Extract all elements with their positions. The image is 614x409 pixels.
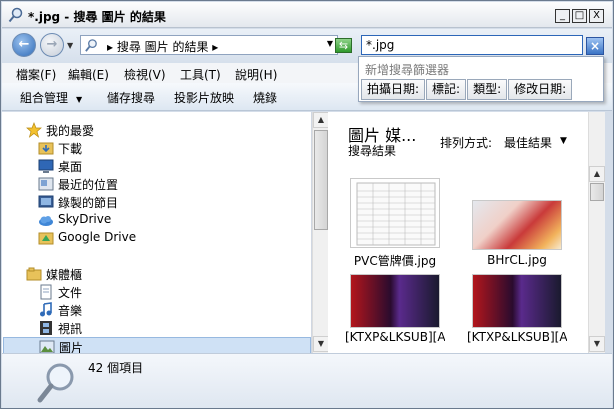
navigation-pane: 我的最愛 下載 桌面 最近的位置 錄製的節目 SkyDrive Google D… [2, 112, 312, 355]
sort-by-dropdown[interactable]: 最佳結果 [504, 134, 552, 151]
slideshow-button[interactable]: 投影片放映 [174, 89, 234, 106]
title-bar: *.jpg - 搜尋 圖片 的結果 _ □ X [2, 2, 612, 28]
file-name: PVC管牌價.jpg [353, 254, 437, 268]
add-filter-hint: 新增搜尋篩選器 [365, 63, 450, 77]
sort-label: 排列方式: [440, 136, 493, 150]
recent-pages-dropdown[interactable]: ▼ [67, 41, 73, 50]
filter-type-button[interactable]: 類型: [467, 79, 508, 100]
filter-date-modified-button[interactable]: 修改日期: [508, 79, 573, 100]
nav-libraries-label: 媒體櫃 [46, 268, 83, 282]
magnifier-icon [37, 363, 74, 403]
scroll-up-button[interactable]: ▲ [589, 166, 605, 182]
star-icon [26, 122, 42, 138]
thumbnail-spreadsheet [350, 178, 440, 248]
nav-item-label: 最近的位置 [58, 178, 119, 192]
nav-item-label: SkyDrive [58, 212, 112, 226]
navigation-pane-scrollbar[interactable]: ▲ ▼ [312, 112, 329, 353]
thumbnail-video-frame [350, 274, 440, 328]
address-bar[interactable]: ▸ 搜尋 圖片 的結果 ▸ ▼ [80, 35, 338, 55]
refresh-button[interactable]: ⇆ [335, 38, 352, 53]
nav-item-label: 錄製的節目 [58, 196, 119, 210]
file-name: [KTXP&LKSUB][Accel World][00] [467, 330, 567, 344]
chevron-down-icon[interactable]: ▼ [560, 136, 567, 146]
item-count: 42 個項目 [88, 361, 144, 375]
refresh-go-icon: ⇆ [338, 39, 349, 52]
filter-date-taken-button[interactable]: 拍攝日期: [361, 79, 426, 100]
document-icon [40, 284, 52, 300]
menu-file[interactable]: 檔案(F) [16, 66, 56, 83]
file-list-pane: 圖片 媒... 搜尋結果 排列方式: 最佳結果 ▼ PVC管牌價.jpg BHr… [328, 112, 588, 353]
window-title: *.jpg - 搜尋 圖片 的結果 [28, 10, 166, 24]
nav-item-label: 視訊 [58, 322, 83, 336]
file-name: [KTXP&LKSUB][Accel World][00] [345, 330, 445, 344]
recorded-tv-icon [38, 195, 54, 208]
nav-item-label: 音樂 [58, 304, 83, 318]
file-list-scrollbar[interactable]: ▲ ▼ [588, 112, 605, 353]
film-strip-icon [40, 321, 52, 335]
search-icon [8, 7, 23, 23]
address-dropdown-icon[interactable]: ▼ [327, 39, 333, 48]
scroll-down-button[interactable]: ▼ [589, 336, 605, 352]
downloads-folder-icon [38, 142, 54, 155]
breadcrumb-dropdown-icon: ▸ [208, 40, 219, 54]
close-icon: × [589, 39, 601, 53]
search-input-value: *.jpg [366, 38, 395, 52]
explorer-window: *.jpg - 搜尋 圖片 的結果 _ □ X ← → ▼ ▸ 搜尋 圖片 的結… [0, 0, 614, 409]
burn-button[interactable]: 燒錄 [253, 89, 277, 106]
music-note-icon [40, 302, 52, 317]
nav-item-label: Google Drive [58, 230, 137, 244]
clear-search-button[interactable]: × [586, 37, 604, 55]
menu-edit[interactable]: 編輯(E) [68, 66, 109, 83]
arrow-right-icon: → [46, 37, 58, 52]
minimize-button[interactable]: _ [555, 9, 570, 23]
forward-button[interactable]: → [40, 33, 64, 57]
libraries-icon [26, 267, 42, 281]
search-folder-icon [85, 39, 97, 52]
menu-tools[interactable]: 工具(T) [180, 66, 221, 83]
scroll-down-button[interactable]: ▼ [313, 336, 329, 352]
scroll-up-button[interactable]: ▲ [313, 112, 329, 128]
status-bar: 42 個項目 [2, 353, 612, 408]
search-filter-dropdown: 新增搜尋篩選器 拍攝日期: 標記: 類型: 修改日期: [358, 56, 604, 102]
library-subtitle: 搜尋結果 [348, 144, 397, 158]
file-name: BHrCL.jpg [487, 253, 547, 267]
breadcrumb[interactable]: ▸ 搜尋 圖片 的結果 ▸ [107, 38, 218, 55]
organize-label: 組合管理 [20, 91, 69, 105]
filter-button-group: 拍攝日期: 標記: 類型: 修改日期: [361, 79, 573, 100]
close-button[interactable]: X [589, 9, 604, 23]
save-search-button[interactable]: 儲存搜尋 [107, 89, 155, 106]
arrow-left-icon: ← [18, 37, 30, 52]
scrollbar-thumb[interactable] [314, 130, 328, 230]
menu-view[interactable]: 檢視(V) [124, 66, 166, 83]
search-input[interactable]: *.jpg [361, 35, 583, 55]
filter-tags-button[interactable]: 標記: [426, 79, 467, 100]
desktop-icon [38, 159, 54, 173]
chevron-down-icon: ▼ [76, 95, 83, 104]
nav-favorites-label: 我的最愛 [46, 124, 95, 138]
maximize-button[interactable]: □ [572, 9, 587, 23]
skydrive-cloud-icon [39, 216, 53, 226]
breadcrumb-item: 搜尋 圖片 的結果 [116, 40, 209, 54]
nav-item-label: 桌面 [58, 160, 83, 174]
scrollbar-thumb[interactable] [590, 183, 604, 201]
back-button[interactable]: ← [12, 33, 36, 57]
thumbnail-anime-art [472, 200, 562, 250]
google-drive-icon [38, 232, 54, 245]
organize-button[interactable]: 組合管理 ▼ [20, 89, 82, 106]
breadcrumb-separator-icon: ▸ [107, 40, 117, 54]
recent-places-icon [38, 177, 54, 191]
nav-item-label: 文件 [58, 286, 83, 300]
menu-help[interactable]: 說明(H) [235, 66, 277, 83]
nav-item-label: 下載 [58, 142, 83, 156]
thumbnail-video-frame [472, 274, 562, 328]
